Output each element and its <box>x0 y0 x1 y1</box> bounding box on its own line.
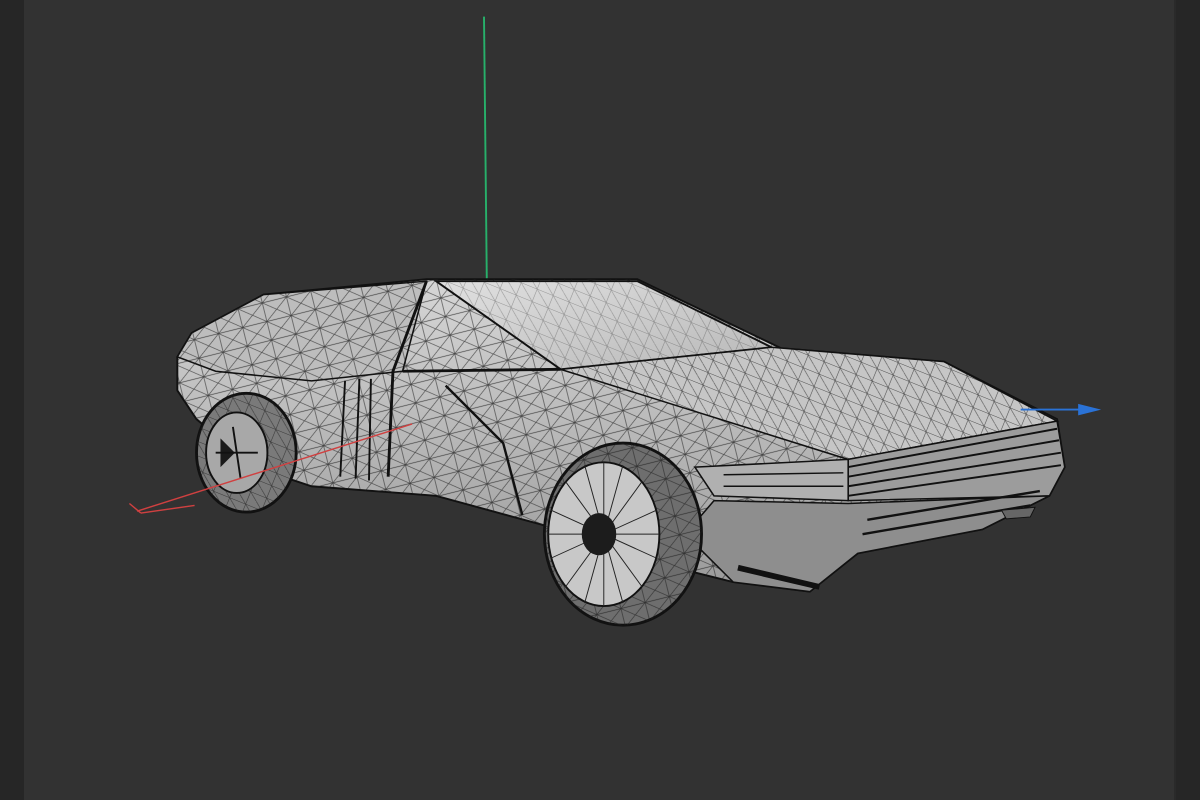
car-wireframe-model[interactable] <box>176 278 1066 627</box>
front-wheel <box>542 441 703 627</box>
y-axis-line <box>483 16 488 287</box>
left-panel-edge <box>0 0 24 800</box>
scene-canvas[interactable] <box>24 0 1174 800</box>
3d-viewer-app <box>0 0 1200 800</box>
right-panel-edge <box>1176 0 1200 800</box>
rear-wheel <box>195 391 298 514</box>
front-bumper <box>684 495 1050 593</box>
3d-viewport[interactable] <box>24 0 1174 800</box>
